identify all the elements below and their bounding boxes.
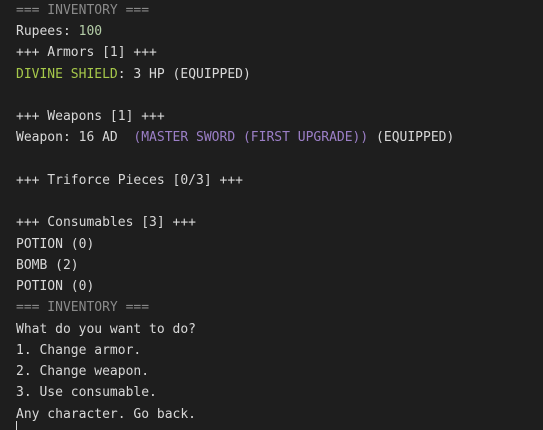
consumable-item: POTION (0) bbox=[16, 237, 95, 252]
weapon-name: (MASTER SWORD (FIRST UPGRADE)) bbox=[133, 130, 369, 145]
inventory-header-bottom: === INVENTORY === bbox=[16, 300, 150, 315]
armor-name: DIVINE SHIELD bbox=[16, 67, 118, 82]
go-back-hint: Any character. Go back. bbox=[16, 407, 197, 422]
menu-option-use-consumable: 3. Use consumable. bbox=[16, 385, 157, 400]
inventory-header-top: === INVENTORY === bbox=[16, 3, 150, 18]
menu-option-change-armor: 1. Change armor. bbox=[16, 343, 142, 358]
triforce-header: +++ Triforce Pieces [0/3] +++ bbox=[16, 173, 243, 188]
rupees-label: Rupees: bbox=[16, 24, 79, 39]
armor-details: : 3 HP (EQUIPPED) bbox=[117, 67, 251, 82]
consumables-header: +++ Consumables [3] +++ bbox=[16, 215, 197, 230]
menu-option-change-weapon: 2. Change weapon. bbox=[16, 364, 150, 379]
armor-line: DIVINE SHIELD: 3 HP (EQUIPPED) bbox=[16, 67, 251, 83]
weapon-prefix: Weapon: 16 AD bbox=[16, 130, 134, 145]
armors-header: +++ Armors [1] +++ bbox=[16, 45, 157, 60]
input-cursor[interactable] bbox=[16, 421, 17, 430]
weapon-line: Weapon: 16 AD (MASTER SWORD (FIRST UPGRA… bbox=[16, 130, 454, 146]
rupees-line: Rupees: 100 bbox=[16, 24, 102, 40]
rupees-value: 100 bbox=[78, 24, 103, 39]
weapon-suffix: (EQUIPPED) bbox=[368, 130, 455, 145]
consumable-item: POTION (0) bbox=[16, 279, 95, 294]
consumable-item: BOMB (2) bbox=[16, 258, 79, 273]
weapons-header: +++ Weapons [1] +++ bbox=[16, 109, 165, 124]
menu-prompt: What do you want to do? bbox=[16, 322, 197, 337]
terminal-output: === INVENTORY === Rupees: 100 +++ Armors… bbox=[0, 0, 543, 430]
